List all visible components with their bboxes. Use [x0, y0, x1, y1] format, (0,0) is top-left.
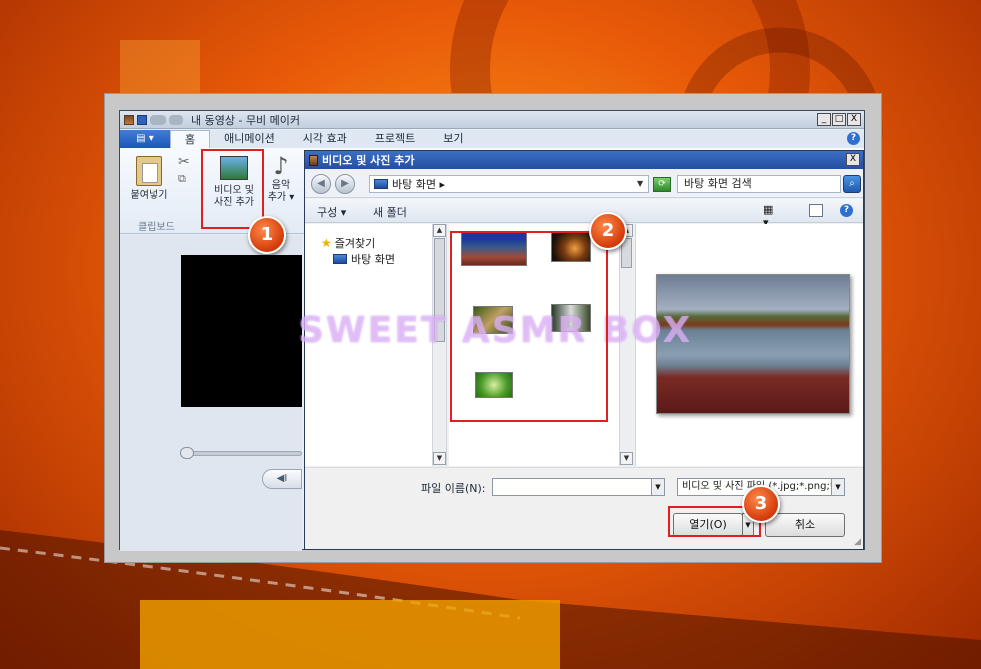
- desktop-icon: [333, 254, 347, 264]
- tab-home[interactable]: 홈: [170, 129, 211, 149]
- sidebar-item-desktop[interactable]: 바탕 화면: [333, 251, 395, 267]
- change-view-icon[interactable]: ▦ ▾: [763, 203, 777, 229]
- refresh-button[interactable]: ⟳: [653, 177, 671, 192]
- search-input[interactable]: 바탕 화면 검색: [677, 175, 841, 193]
- app-titlebar: 내 동영상 - 무비 메이커 _ □ X: [120, 111, 864, 129]
- address-history-dropdown[interactable]: ▼: [637, 179, 643, 188]
- dialog-help-button[interactable]: ?: [840, 204, 853, 217]
- forward-button[interactable]: ▶: [335, 174, 355, 194]
- help-button[interactable]: ?: [847, 132, 860, 145]
- file-menu-button[interactable]: ▤ ▾: [120, 130, 170, 148]
- highlight-file-list: [450, 231, 608, 422]
- music-note-icon: ♪: [273, 152, 289, 180]
- command-bar: 구성 ▾ 새 폴더 ▦ ▾ ?: [305, 199, 863, 229]
- back-button[interactable]: ◀: [311, 174, 331, 194]
- clipboard-group-label: 클립보드: [138, 222, 175, 233]
- movie-maker-app-icon: [124, 114, 134, 125]
- cancel-button[interactable]: 취소: [765, 513, 845, 537]
- app-title: 내 동영상 - 무비 메이커: [191, 113, 301, 127]
- scroll-up-icon[interactable]: ▲: [433, 224, 446, 237]
- file-name-dropdown[interactable]: ▼: [651, 478, 665, 496]
- undo-icon[interactable]: [150, 114, 166, 125]
- preview-pane-icon[interactable]: [809, 204, 823, 217]
- previous-frame-button[interactable]: ◀I: [262, 469, 302, 489]
- resize-grip-icon[interactable]: ◢: [854, 537, 861, 547]
- file-type-dropdown[interactable]: ▼: [831, 478, 845, 496]
- preview-monitor: [181, 255, 302, 407]
- scroll-down-icon[interactable]: ▼: [620, 452, 633, 465]
- dialog-close-button[interactable]: X: [846, 153, 860, 166]
- dialog-titlebar: 비디오 및 사진 추가 X: [305, 151, 863, 169]
- seek-slider[interactable]: [182, 451, 302, 456]
- dialog-app-icon: [309, 154, 318, 166]
- star-icon: ★: [321, 236, 332, 250]
- copy-icon[interactable]: ⧉: [178, 172, 186, 186]
- desktop-label: 바탕 화면: [351, 253, 395, 266]
- desktop-icon: [374, 179, 388, 189]
- quick-access-toolbar: [120, 114, 183, 125]
- clipboard-icon: [136, 156, 162, 186]
- step-badge-3: 3: [742, 485, 780, 523]
- scroll-down-icon[interactable]: ▼: [433, 452, 446, 465]
- file-name-input[interactable]: [492, 478, 652, 496]
- ribbon-tabs: ▤ ▾ 홈 애니메이션 시각 효과 프로젝트 보기 ?: [120, 129, 864, 149]
- highlight-add-media: [201, 149, 264, 229]
- dialog-title: 비디오 및 사진 추가: [322, 154, 415, 167]
- favorites-label: 즐겨찾기: [334, 237, 376, 250]
- maximize-button[interactable]: □: [832, 113, 846, 126]
- seek-slider-thumb[interactable]: [180, 447, 194, 459]
- file-name-label: 파일 이름(N):: [421, 482, 486, 495]
- minimize-button[interactable]: _: [817, 113, 831, 126]
- window-controls: _ □ X: [817, 113, 861, 126]
- preview-area: ◀I: [120, 235, 302, 551]
- cut-icon[interactable]: ✂: [178, 154, 190, 170]
- new-folder-button[interactable]: 새 폴더: [373, 204, 407, 220]
- save-icon[interactable]: [137, 114, 147, 125]
- tab-view[interactable]: 보기: [429, 130, 477, 148]
- add-music-label-2: 추가 ▾: [267, 192, 295, 203]
- address-bar-row: ◀ ▶ 바탕 화면 ▸ ▼ ⟳ 바탕 화면 검색 ⌕: [305, 170, 863, 198]
- add-music-label-1: 음악: [271, 180, 291, 191]
- step-badge-2: 2: [589, 212, 627, 250]
- paste-button[interactable]: 붙여넣기: [128, 156, 170, 202]
- address-bar[interactable]: 바탕 화면 ▸: [369, 175, 649, 193]
- paste-label: 붙여넣기: [130, 190, 168, 201]
- redo-icon[interactable]: [169, 114, 183, 125]
- tab-animation[interactable]: 애니메이션: [210, 130, 289, 148]
- tab-visual-effects[interactable]: 시각 효과: [289, 130, 361, 148]
- address-path: 바탕 화면 ▸: [392, 178, 445, 191]
- step-badge-1: 1: [248, 216, 286, 254]
- search-icon[interactable]: ⌕: [843, 175, 861, 193]
- add-music-button[interactable]: ♪ 음악 추가 ▾: [266, 152, 296, 204]
- sidebar-item-favorites[interactable]: ★ 즐겨찾기: [321, 235, 375, 251]
- tab-project[interactable]: 프로젝트: [361, 130, 429, 148]
- organize-button[interactable]: 구성 ▾: [317, 204, 346, 220]
- close-button[interactable]: X: [847, 113, 861, 126]
